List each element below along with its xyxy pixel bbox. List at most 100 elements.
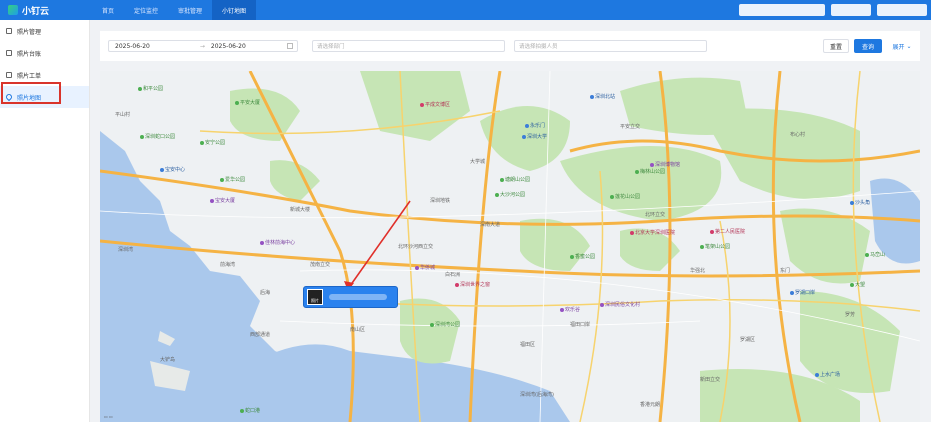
map-label: 马峦山 (865, 251, 885, 258)
map-label: 宝安大厦 (210, 197, 235, 204)
map-label: 深圳博物馆 (650, 161, 680, 168)
map-label: 大学城 (470, 159, 486, 165)
map-label: 沙头角 (850, 199, 870, 206)
map-label: 罗湖区 (740, 337, 756, 343)
map-label: 福田口岸 (570, 322, 591, 328)
map-label: 福田区 (520, 342, 536, 348)
filter-bar: 2025-06-20 → 2025-06-20 请选择部门 请选择拍摄人员 重置… (100, 31, 920, 61)
map-label: 大望 (850, 281, 865, 288)
map-label: 上水广场 (815, 371, 840, 378)
map-label: 欢乐谷 (560, 306, 580, 313)
map-label: 深圳大学 (522, 133, 547, 140)
date-range-picker[interactable]: 2025-06-20 → 2025-06-20 (108, 40, 298, 52)
map-label: 蛇口港 (240, 407, 260, 414)
map-label: 爱华公园 (220, 176, 245, 183)
map-label: 深圳湾(后海湾) (520, 392, 554, 398)
map-label: 大沙河公园 (495, 191, 525, 198)
map-label: 布心村 (790, 132, 806, 138)
calendar-icon (287, 43, 293, 49)
sidebar-item-label: 照片管理 (17, 28, 42, 36)
map-label: 深圳湾公园 (430, 321, 460, 328)
map-label: 香蜜公园 (570, 253, 595, 260)
map-label: 北环沙河西立交 (398, 244, 434, 250)
user-menu[interactable] (831, 4, 871, 16)
logo-icon (8, 5, 18, 15)
chevron-down-icon: ⌄ (904, 42, 912, 50)
expand-button[interactable]: 展开 ⌄ (888, 39, 916, 53)
department-select[interactable]: 请选择部门 (312, 40, 505, 52)
document-icon (6, 50, 12, 56)
map-label: 罗湖口岸 (790, 289, 815, 296)
map-label: 莲花山公园 (610, 193, 640, 200)
map-label: 深圳世界之窗 (455, 281, 490, 288)
map-label: 西部通道 (250, 332, 271, 338)
date-separator: → (199, 42, 205, 50)
user-area (739, 4, 927, 16)
map-label: 梅林山公园 (635, 168, 665, 175)
annotation-highlight-box (1, 82, 61, 104)
map-label: 第二人民医院 (710, 228, 745, 235)
map-label: 深圳北站 (590, 93, 615, 100)
app-logo[interactable]: 小钉云 (0, 4, 92, 17)
sidebar: 照片管理 照片台账 照片工单 照片地图 (0, 20, 90, 422)
logo-text: 小钉云 (22, 6, 50, 17)
expand-label: 展开 (892, 43, 905, 51)
nav-item-location-monitor[interactable]: 定位监控 (124, 0, 168, 20)
map-label: 茂南立交 (310, 262, 331, 268)
map-label: 笔架山公园 (700, 243, 730, 250)
map-label: 北环立交 (645, 212, 666, 218)
map-label: 白石洲 (445, 272, 461, 278)
map-base (100, 71, 920, 422)
map-label: 安宁公园 (200, 139, 225, 146)
map-label: 塘朗山公园 (500, 176, 530, 183)
reset-button[interactable]: 重置 (823, 39, 849, 53)
map-label: 北京大学深圳医院 (630, 229, 675, 236)
map-label: 罗芳 (845, 312, 856, 318)
map-label: 佳林前海中心 (260, 239, 295, 246)
photo-marker-popup[interactable]: 照片 (303, 286, 398, 308)
map-label: 华侨城 (415, 264, 435, 271)
image-icon (6, 28, 12, 34)
map-label: 永乐门 (525, 122, 545, 129)
map-label: 平安大厦 (235, 99, 260, 106)
photo-info-text (329, 294, 387, 300)
map-label: 华强北 (690, 268, 706, 274)
company-selector[interactable] (739, 4, 825, 16)
sidebar-item-label: 照片台账 (17, 50, 42, 58)
photo-thumbnail[interactable]: 照片 (307, 289, 323, 305)
map-label: 深圳湾 (118, 247, 134, 253)
map-label: 香港元朗 (640, 402, 661, 408)
sidebar-item-photo-manage[interactable]: 照片管理 (0, 20, 89, 42)
clipboard-icon (6, 72, 12, 78)
main-nav: 首页 定位监控 审批管理 小钉地图 (92, 0, 257, 20)
sidebar-item-photo-ledger[interactable]: 照片台账 (0, 42, 89, 64)
map-label: 平山村 (115, 112, 131, 118)
map-label: 深圳民俗文化村 (600, 301, 640, 308)
map-label: 新城大楼 (290, 207, 311, 213)
map-label: 深南大道 (480, 222, 501, 228)
nav-item-map[interactable]: 小钉地图 (212, 0, 257, 20)
map-label: 深圳蛇口公园 (140, 133, 175, 140)
date-start: 2025-06-20 (115, 42, 150, 50)
map-label: 后海 (260, 290, 271, 296)
query-button[interactable]: 查询 (854, 39, 882, 53)
nav-item-approval[interactable]: 审批管理 (168, 0, 212, 20)
map-label: 东门 (780, 268, 791, 274)
map-label: 和平公园 (138, 85, 163, 92)
map-label: 南山区 (350, 327, 366, 333)
map-view[interactable]: 和平公园 平山村 平安大厦 平成文博区 深圳蛇口公园 安宁公园 永乐门 平安立交… (100, 71, 920, 422)
map-label: 新田立交 (700, 377, 721, 383)
date-end: 2025-06-20 (210, 42, 246, 50)
account-menu[interactable] (877, 4, 927, 16)
sidebar-item-label: 照片工单 (17, 72, 42, 80)
map-label: 平安立交 (620, 124, 641, 130)
map-label: 大铲岛 (160, 357, 176, 363)
map-label: 平成文博区 (420, 101, 450, 108)
map-label: 前海湾 (220, 262, 236, 268)
map-label: 宝安中心 (160, 166, 185, 173)
top-navbar: 小钉云 首页 定位监控 审批管理 小钉地图 (0, 0, 931, 20)
map-attribution: ▭ ▭ (104, 414, 113, 419)
photographer-select[interactable]: 请选择拍摄人员 (514, 40, 707, 52)
map-label: 深圳地铁 (430, 198, 451, 204)
nav-item-home[interactable]: 首页 (92, 0, 124, 20)
